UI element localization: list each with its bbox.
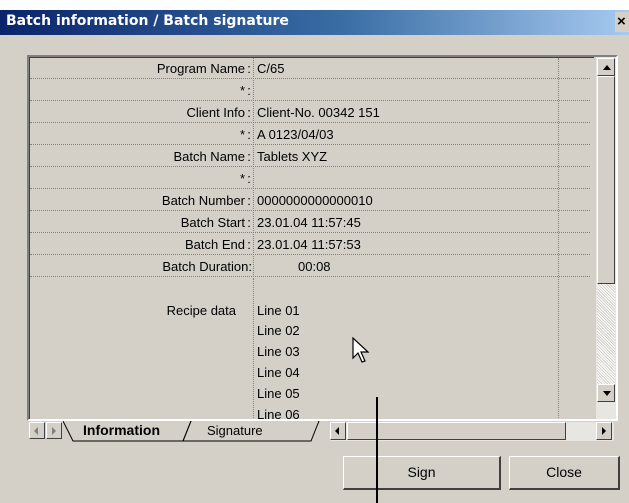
vertical-scroll-thumb[interactable] (597, 76, 615, 284)
info-value: 0000000000000010 (257, 193, 373, 208)
info-key: Batch Name (173, 149, 245, 164)
column-separator (253, 190, 254, 211)
arrow-right-icon (52, 427, 56, 435)
title-bar: Batch information / Batch signature × (0, 0, 629, 35)
recipe-data-label: Recipe data (166, 303, 236, 318)
scroll-left-button[interactable] (330, 422, 346, 440)
info-key: Batch Start (180, 215, 245, 230)
info-colon: : (247, 149, 251, 164)
batch-info-grid: Program Name : C/65 * : Client Info : Cl… (29, 57, 594, 419)
info-value: 23.01.04 11:57:45 (257, 215, 361, 230)
recipe-line: Line 06 (257, 407, 300, 419)
recipe-line: Line 05 (257, 386, 300, 401)
info-colon: : (247, 127, 251, 142)
tab-information[interactable]: Information (79, 421, 160, 442)
column-separator (253, 256, 254, 277)
column-separator-right (558, 58, 559, 419)
info-key: * (239, 83, 245, 98)
column-separator (253, 234, 254, 255)
tab-scroll-right-button[interactable] (46, 422, 62, 439)
arrow-left-icon (34, 427, 38, 435)
info-row-batch-end: Batch End : 23.01.04 11:57:53 (30, 234, 590, 255)
info-colon: : (247, 237, 251, 252)
column-separator (253, 58, 254, 79)
text-cursor-icon (376, 397, 378, 503)
recipe-line: Line 01 (257, 303, 300, 318)
column-separator (253, 124, 254, 145)
horizontal-scroll-thumb[interactable] (347, 422, 566, 440)
tab-scroll-left-button[interactable] (29, 422, 45, 439)
info-value: Client-No. 00342 151 (257, 105, 380, 120)
info-row-star-1: * : (30, 80, 590, 101)
info-colon: : (247, 193, 251, 208)
mouse-pointer-icon (352, 337, 370, 363)
info-key: * (239, 127, 245, 142)
column-separator (253, 102, 254, 123)
info-row-batch-number: Batch Number : 0000000000000010 (30, 190, 590, 211)
scroll-right-button[interactable] (596, 422, 612, 440)
column-separator (253, 80, 254, 101)
window-title: Batch information / Batch signature (6, 13, 289, 29)
recipe-line: Line 04 (257, 365, 300, 380)
scroll-down-button[interactable] (597, 384, 615, 402)
info-colon: : (247, 215, 251, 230)
info-key: Batch End (185, 237, 245, 252)
close-button[interactable]: Close (509, 456, 620, 490)
tab-signature[interactable]: Signature (205, 421, 263, 442)
arrow-right-icon (602, 427, 606, 435)
info-row-batch-name: Batch Name : Tablets XYZ (30, 146, 590, 167)
info-row-program-name: Program Name : C/65 (30, 58, 590, 79)
sign-button[interactable]: Sign (343, 456, 501, 490)
info-row-batch-start: Batch Start : 23.01.04 11:57:45 (30, 212, 590, 233)
column-separator (253, 146, 254, 167)
info-value: A 0123/04/03 (257, 127, 334, 142)
scroll-up-button[interactable] (597, 58, 615, 76)
horizontal-scrollbar[interactable] (330, 422, 614, 441)
vertical-scroll-track[interactable] (597, 284, 615, 384)
info-value: C/65 (257, 61, 285, 76)
info-key: Batch Number (161, 193, 245, 208)
info-row-star-2: * : A 0123/04/03 (30, 124, 590, 145)
arrow-up-icon (603, 65, 611, 70)
close-window-button[interactable]: × (615, 12, 629, 32)
recipe-line: Line 02 (257, 323, 300, 338)
column-separator (253, 168, 254, 189)
tab-bar: Information Signature (27, 421, 618, 442)
column-separator (253, 278, 254, 419)
arrow-left-icon (335, 427, 339, 435)
info-key: Batch Duration: (162, 259, 252, 274)
arrow-down-icon (603, 391, 611, 396)
info-colon: : (247, 83, 251, 98)
recipe-line: Line 03 (257, 344, 300, 359)
info-value: Tablets XYZ (257, 149, 328, 164)
info-key: Client Info (186, 105, 245, 120)
info-colon: : (247, 105, 251, 120)
info-colon: : (247, 171, 251, 186)
info-value: 00:08 (298, 259, 331, 274)
info-value: 23.01.04 11:57:53 (257, 237, 361, 252)
information-panel: Program Name : C/65 * : Client Info : Cl… (27, 55, 618, 421)
column-separator (253, 212, 254, 233)
info-colon: : (247, 61, 251, 76)
info-key: Program Name (156, 61, 245, 76)
info-row-batch-duration: Batch Duration: 00:08 (30, 256, 590, 277)
info-key: * (239, 171, 245, 186)
info-row-star-3: * : (30, 168, 590, 189)
info-row-client-info: Client Info : Client-No. 00342 151 (30, 102, 590, 123)
vertical-scrollbar[interactable] (596, 57, 616, 419)
